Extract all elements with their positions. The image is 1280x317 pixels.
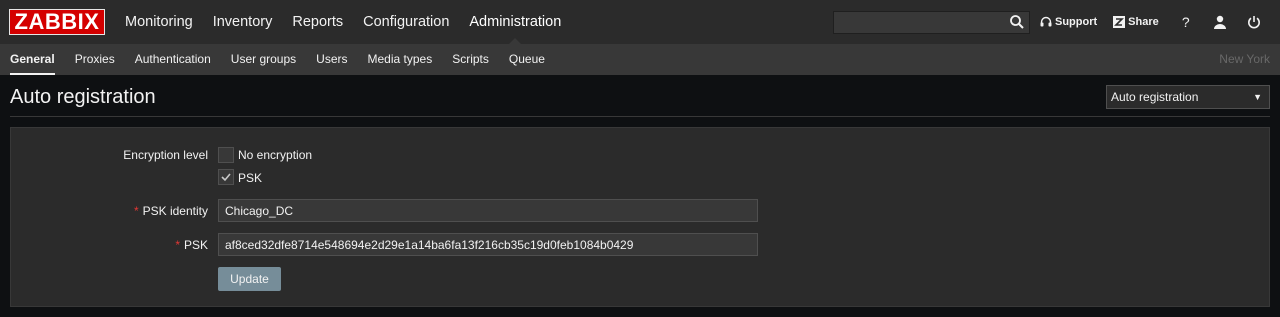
search-input[interactable]: [834, 12, 1004, 33]
psk-input[interactable]: [218, 233, 758, 256]
menu-monitoring[interactable]: Monitoring: [115, 0, 203, 44]
header-divider: [10, 116, 1270, 117]
help-icon: ?: [1181, 14, 1190, 30]
submenu-user-groups[interactable]: User groups: [221, 44, 306, 75]
psk-label-text: PSK: [183, 238, 208, 252]
no-encryption-checkbox[interactable]: [218, 147, 234, 163]
search-box: [833, 11, 1030, 34]
sub-menu: General Proxies Authentication User grou…: [0, 44, 555, 75]
power-icon: [1247, 16, 1260, 29]
share-label: Share: [1128, 16, 1159, 28]
share-z-icon: [1113, 16, 1126, 28]
submenu-scripts[interactable]: Scripts: [442, 44, 499, 75]
encryption-level-label: Encryption level: [123, 148, 208, 162]
headset-icon: [1040, 16, 1052, 27]
page-title: Auto registration: [10, 86, 156, 108]
share-link[interactable]: Share: [1113, 16, 1159, 28]
menu-inventory[interactable]: Inventory: [203, 0, 283, 44]
help-button[interactable]: ?: [1175, 11, 1197, 33]
submenu-general[interactable]: General: [0, 44, 65, 75]
no-encryption-label: No encryption: [238, 148, 313, 162]
sign-out-button[interactable]: [1243, 11, 1265, 33]
update-button[interactable]: Update: [218, 267, 281, 291]
menu-configuration[interactable]: Configuration: [353, 0, 459, 44]
zabbix-logo[interactable]: ZABBIX: [9, 9, 105, 35]
user-icon: [1213, 15, 1226, 29]
submenu-proxies[interactable]: Proxies: [65, 44, 125, 75]
top-navigation-bar: ZABBIX Monitoring Inventory Reports Conf…: [0, 0, 1280, 44]
support-link[interactable]: Support: [1040, 16, 1097, 28]
submenu-queue[interactable]: Queue: [499, 44, 555, 75]
required-mark: *: [175, 238, 180, 252]
main-menu: Monitoring Inventory Reports Configurati…: [115, 0, 571, 44]
required-mark: *: [133, 204, 139, 218]
psk-checkbox[interactable]: [218, 169, 234, 185]
user-profile-button[interactable]: [1209, 11, 1231, 33]
support-label: Support: [1055, 16, 1098, 28]
auto-registration-form: Encryption level No encryption PSK * PSK …: [10, 127, 1270, 307]
top-links: Support Share ?: [1040, 0, 1277, 44]
submenu-authentication[interactable]: Authentication: [125, 44, 221, 75]
psk-option-label: PSK: [238, 171, 263, 185]
dropdown-arrow-icon: ▼: [1253, 92, 1262, 102]
sub-navigation-bar: General Proxies Authentication User grou…: [0, 44, 1280, 75]
psk-identity-label-text: PSK identity: [142, 204, 208, 218]
search-icon[interactable]: [1009, 14, 1025, 30]
menu-administration[interactable]: Administration: [459, 0, 571, 44]
server-name: New York: [1219, 52, 1270, 66]
page-select-dropdown[interactable]: Auto registration ▼: [1106, 85, 1270, 109]
psk-label: * PSK: [11, 238, 208, 252]
submenu-media-types[interactable]: Media types: [358, 44, 443, 75]
menu-reports[interactable]: Reports: [282, 0, 353, 44]
checkmark-icon: [221, 173, 231, 182]
psk-identity-input[interactable]: [218, 199, 758, 222]
page-select-value: Auto registration: [1111, 90, 1199, 104]
submenu-users[interactable]: Users: [306, 44, 357, 75]
psk-identity-label: * PSK identity: [11, 204, 208, 218]
